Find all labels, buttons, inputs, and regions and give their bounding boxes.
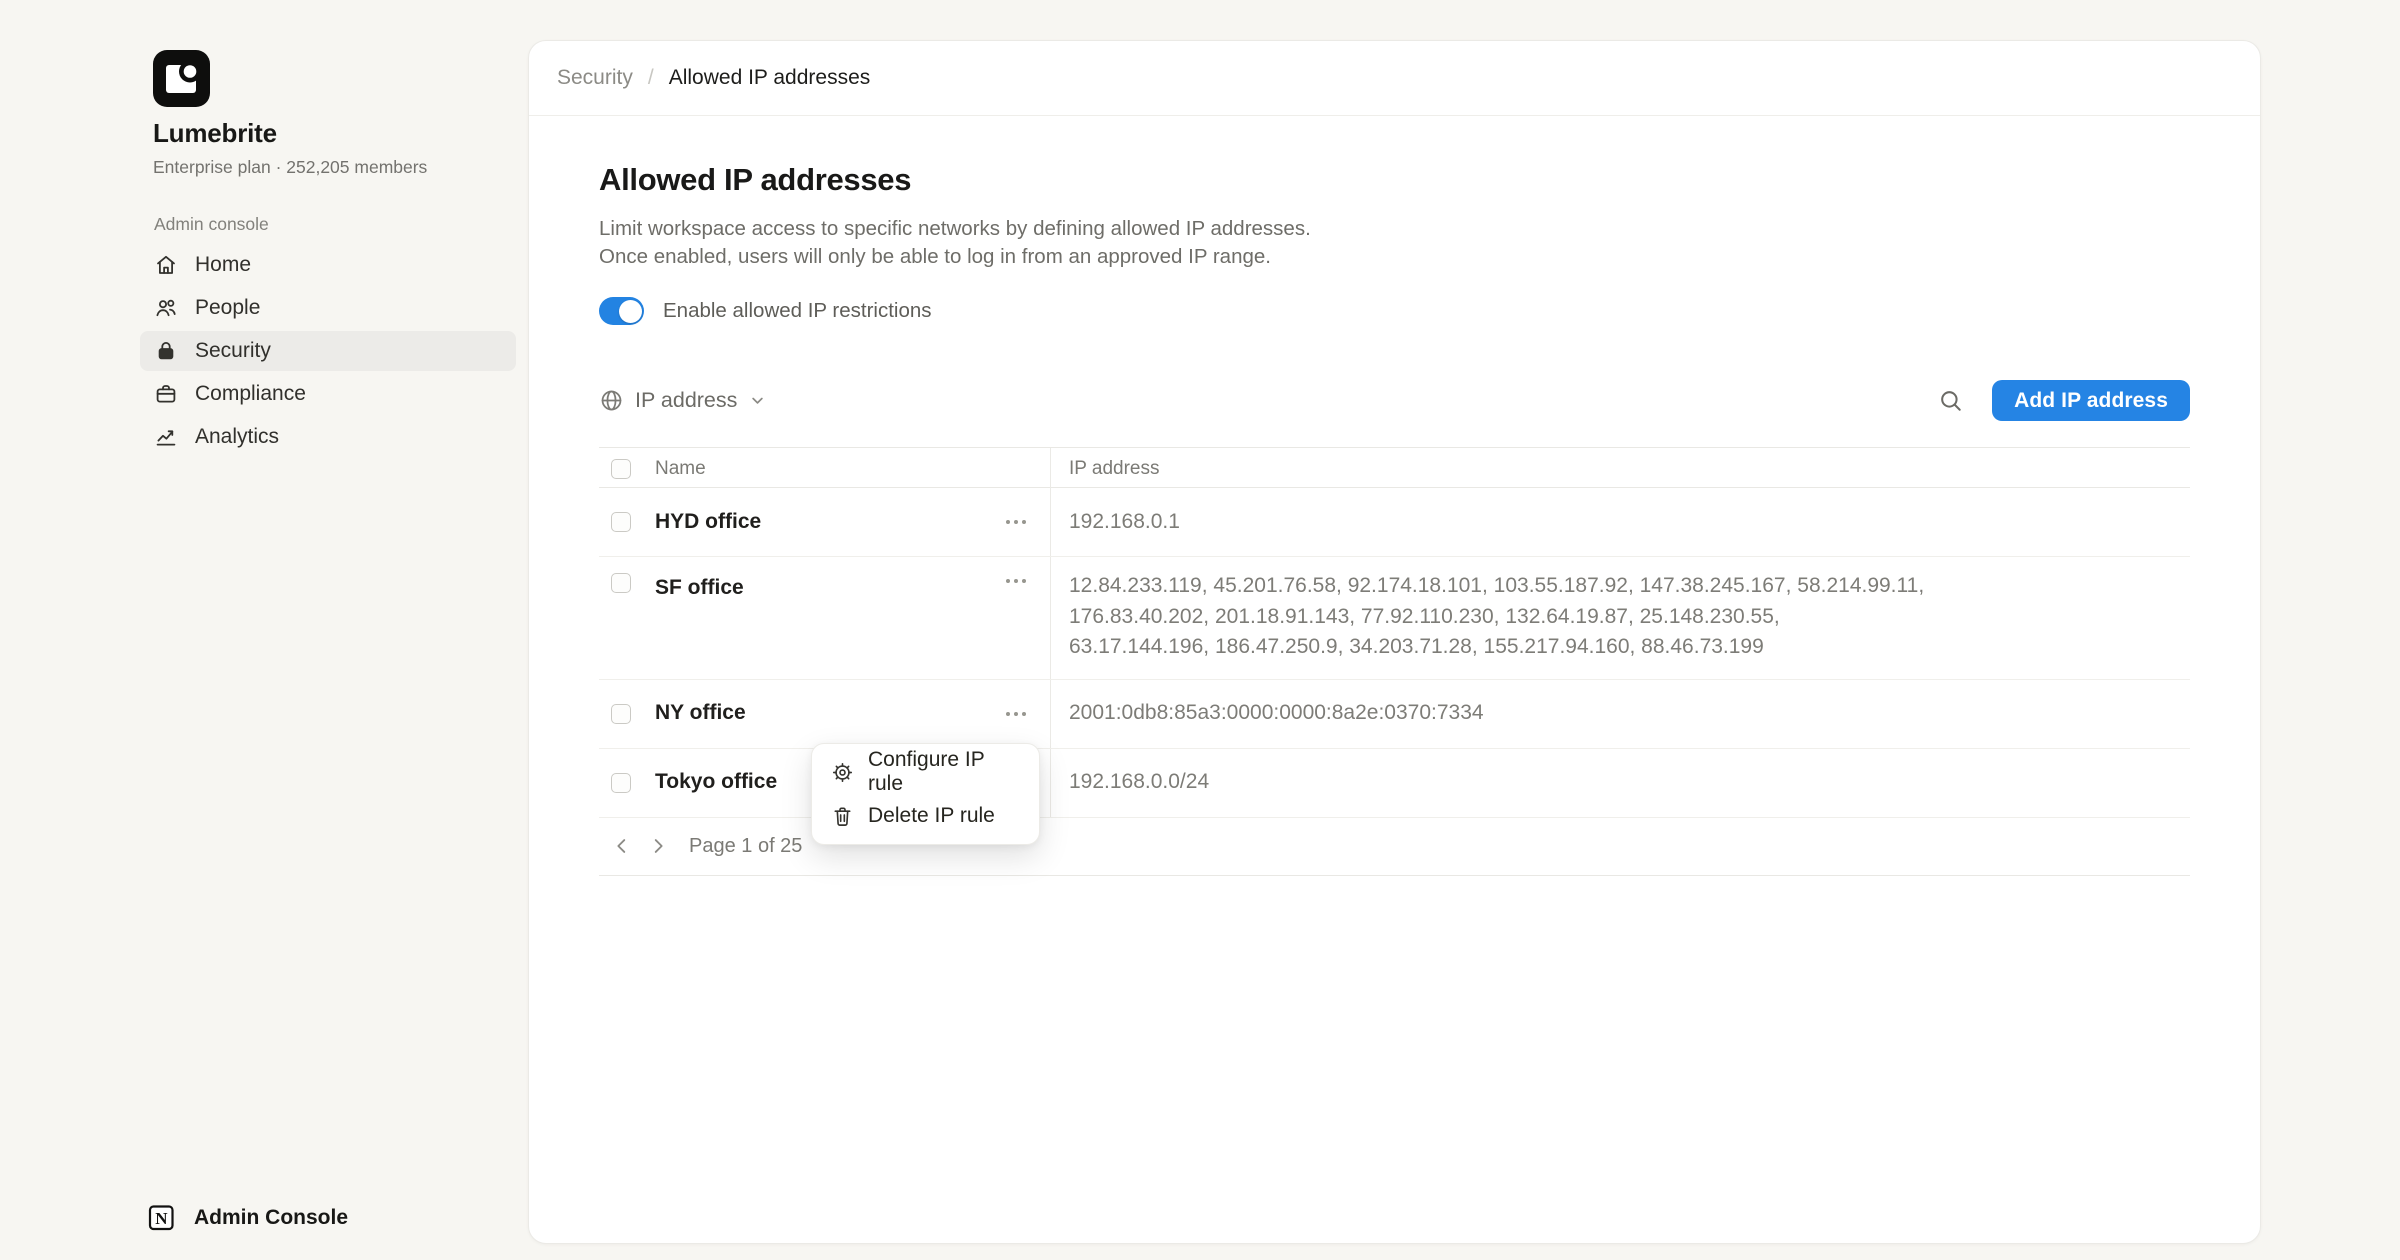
menu-item-label: Configure IP rule (868, 748, 1020, 796)
home-icon (154, 253, 178, 277)
toolbar-actions: Add IP address (1937, 380, 2190, 421)
breadcrumb: Security / Allowed IP addresses (529, 41, 2260, 116)
row-actions-context-menu: Configure IP rule Delete IP rule (811, 743, 1040, 845)
table-header: Name IP address (599, 447, 2190, 488)
page-content: Allowed IP addresses Limit workspace acc… (529, 162, 2260, 876)
sidebar-item-label: Security (195, 339, 271, 363)
sidebar-item-label: People (195, 296, 260, 320)
row-ip-value: 192.168.0.1 (1051, 488, 2190, 556)
row-ip-value: 12.84.233.119, 45.201.76.58, 92.174.18.1… (1051, 557, 2190, 679)
workspace-meta: Enterprise plan · 252,205 members (153, 157, 427, 178)
menu-item-label: Delete IP rule (868, 804, 995, 828)
sidebar: Lumebrite Enterprise plan · 252,205 memb… (0, 0, 528, 1260)
svg-text:N: N (155, 1209, 168, 1228)
page-description: Limit workspace access to specific netwo… (599, 215, 2190, 270)
sidebar-item-label: Compliance (195, 382, 306, 406)
sidebar-item-compliance[interactable]: Compliance (140, 374, 516, 414)
row-ip-value: 2001:0db8:85a3:0000:0000:8a2e:0370:7334 (1051, 680, 2190, 748)
ip-restrictions-toggle-row: Enable allowed IP restrictions (599, 297, 2190, 325)
page-next-button[interactable] (645, 833, 671, 859)
table-row: SF office 12.84.233.119, 45.201.76.58, 9… (599, 557, 2190, 680)
add-ip-address-button[interactable]: Add IP address (1992, 380, 2190, 421)
workspace-name: Lumebrite (153, 118, 277, 149)
sidebar-section-label: Admin console (154, 214, 269, 235)
table-row: NY office 2001:0db8:85a3:0000:0000:8a2e:… (599, 680, 2190, 749)
row-checkbox[interactable] (611, 704, 631, 724)
column-header-name: Name (655, 458, 706, 480)
table-row: HYD office 192.168.0.1 (599, 488, 2190, 557)
page-previous-button[interactable] (609, 833, 635, 859)
breadcrumb-current: Allowed IP addresses (669, 66, 871, 90)
notion-logo-icon: N (146, 1202, 177, 1233)
lock-icon (154, 339, 178, 363)
column-header-ip: IP address (1051, 448, 2190, 491)
row-checkbox[interactable] (611, 512, 631, 532)
row-name: SF office (655, 573, 744, 604)
chevron-down-icon (748, 391, 767, 410)
sidebar-item-people[interactable]: People (140, 288, 516, 328)
select-all-checkbox[interactable] (611, 459, 631, 479)
sidebar-item-home[interactable]: Home (140, 245, 516, 285)
admin-console-footer[interactable]: N Admin Console (146, 1202, 348, 1233)
chart-icon (154, 425, 178, 449)
briefcase-icon (154, 382, 178, 406)
sidebar-item-analytics[interactable]: Analytics (140, 417, 516, 457)
row-name: HYD office (655, 507, 761, 538)
breadcrumb-separator: / (648, 66, 654, 90)
configure-ip-rule-menu-item[interactable]: Configure IP rule (812, 750, 1039, 794)
sidebar-item-label: Home (195, 253, 251, 277)
search-icon[interactable] (1937, 387, 1964, 414)
row-name: NY office (655, 698, 746, 729)
row-name: Tokyo office (655, 767, 777, 798)
admin-console-footer-label: Admin Console (194, 1206, 348, 1230)
ip-address-filter-dropdown[interactable]: IP address (599, 388, 767, 413)
page-title: Allowed IP addresses (599, 162, 2190, 198)
globe-icon (599, 388, 624, 413)
table-toolbar: IP address Add IP address (599, 380, 2190, 421)
sidebar-item-label: Analytics (195, 425, 279, 449)
breadcrumb-parent[interactable]: Security (557, 66, 633, 90)
row-checkbox[interactable] (611, 573, 631, 593)
workspace-logo-icon (153, 50, 210, 107)
sidebar-item-security[interactable]: Security (140, 331, 516, 371)
main-panel: Security / Allowed IP addresses Allowed … (528, 40, 2261, 1244)
row-actions-kebab-icon[interactable] (1004, 514, 1028, 530)
row-checkbox[interactable] (611, 773, 631, 793)
filter-label: IP address (635, 388, 737, 413)
gear-icon (831, 761, 854, 784)
pagination-label: Page 1 of 25 (689, 835, 802, 858)
row-actions-kebab-icon[interactable] (1004, 573, 1028, 589)
people-icon (154, 296, 178, 320)
ip-restrictions-toggle[interactable] (599, 297, 644, 325)
toggle-knob (619, 300, 642, 323)
toggle-label: Enable allowed IP restrictions (663, 299, 932, 323)
delete-ip-rule-menu-item[interactable]: Delete IP rule (812, 794, 1039, 838)
row-actions-kebab-icon[interactable] (1004, 706, 1028, 722)
sidebar-nav: Home People Security (140, 245, 516, 460)
row-ip-value: 192.168.0.0/24 (1051, 749, 2190, 817)
trash-icon (831, 805, 854, 828)
